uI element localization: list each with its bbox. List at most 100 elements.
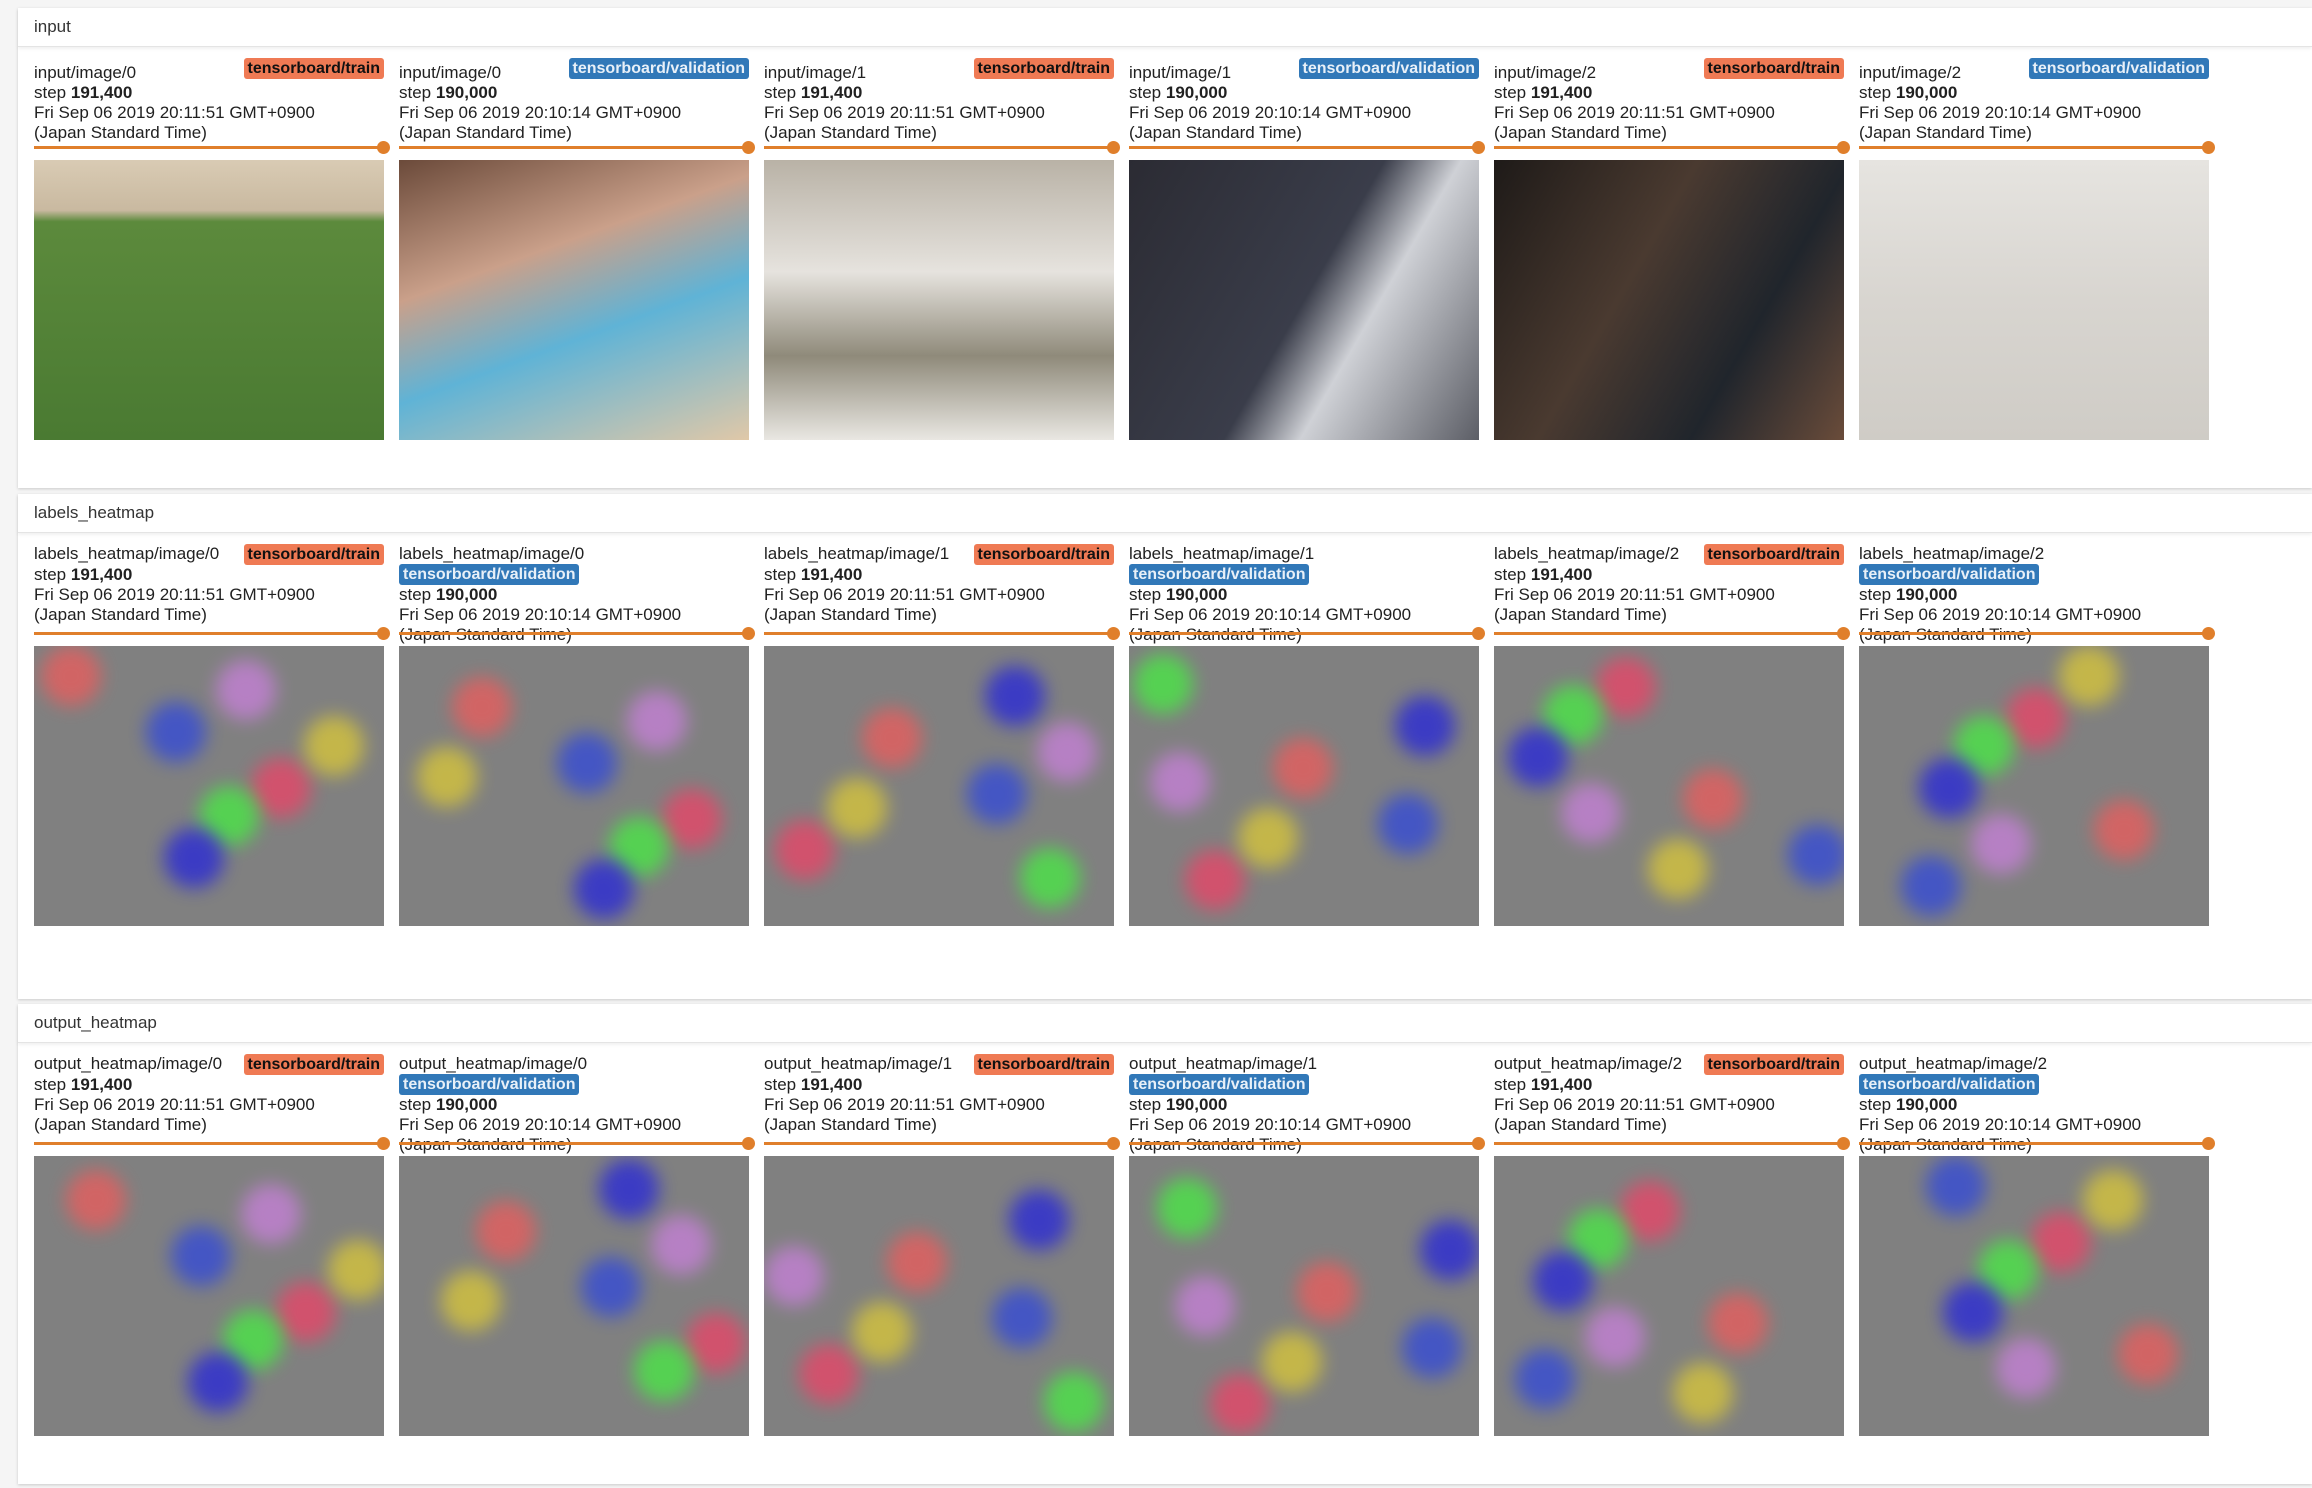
step-slider[interactable] (34, 1136, 390, 1150)
step-slider[interactable] (399, 140, 755, 154)
input-image[interactable] (1129, 160, 1479, 440)
step-slider[interactable] (764, 626, 1120, 640)
image-card: input/image/2 tensorboard/validation ste… (1859, 58, 2215, 440)
slider-handle[interactable] (2202, 141, 2215, 154)
slider-handle[interactable] (1472, 627, 1485, 640)
step-slider[interactable] (1494, 1136, 1850, 1150)
step-slider[interactable] (1859, 140, 2215, 154)
heatmap-blob (2058, 646, 2119, 706)
step-slider[interactable] (399, 1136, 755, 1150)
slider-handle[interactable] (1107, 1137, 1120, 1150)
step-label: step (399, 1095, 432, 1114)
slider-handle[interactable] (1472, 141, 1485, 154)
slider-handle[interactable] (1837, 141, 1850, 154)
section-header[interactable]: output_heatmap (18, 1004, 2312, 1043)
slider-track (34, 1142, 384, 1145)
image-tag-name: labels_heatmap/image/2 (1859, 544, 2045, 563)
timestamp: Fri Sep 06 2019 20:10:14 GMT+0900 (1859, 1115, 2142, 1134)
input-image[interactable] (1494, 160, 1844, 440)
slider-handle[interactable] (1107, 627, 1120, 640)
step-slider[interactable] (34, 140, 390, 154)
slider-handle[interactable] (1107, 141, 1120, 154)
step-line: step 190,000 (399, 83, 749, 103)
card-meta: labels_heatmap/image/0 tensorboard/valid… (399, 544, 749, 644)
step-label: step (1494, 1075, 1527, 1094)
slider-handle[interactable] (2202, 627, 2215, 640)
heatmap-image[interactable] (399, 1156, 749, 1436)
heatmap-blob (1150, 752, 1210, 813)
heatmap-blob (1515, 1349, 1575, 1410)
step-slider[interactable] (1859, 626, 2215, 640)
heatmap-image[interactable] (1494, 646, 1844, 926)
step-slider[interactable] (1129, 140, 1485, 154)
slider-handle[interactable] (742, 141, 755, 154)
heatmap-blob (556, 732, 617, 793)
heatmap-image[interactable] (1494, 1156, 1844, 1436)
image-card: labels_heatmap/image/2 tensorboard/train… (1494, 544, 1850, 926)
step-line: step 191,400 (34, 83, 384, 103)
step-label: step (1859, 83, 1892, 102)
heatmap-blob (146, 702, 206, 762)
card-meta: labels_heatmap/image/2 tensorboard/valid… (1859, 544, 2209, 644)
heatmap-blob (661, 788, 722, 849)
heatmap-image[interactable] (764, 1156, 1114, 1436)
step-value: 191,400 (800, 565, 863, 584)
heatmap-blob (1585, 1307, 1645, 1368)
step-slider[interactable] (1859, 1136, 2215, 1150)
heatmap-image[interactable] (1859, 646, 2209, 926)
step-slider[interactable] (399, 626, 755, 640)
heatmap-image[interactable] (764, 646, 1114, 926)
input-image[interactable] (1859, 160, 2209, 440)
slider-handle[interactable] (1837, 1137, 1850, 1150)
heatmap-image[interactable] (1129, 646, 1479, 926)
step-slider[interactable] (1494, 140, 1850, 154)
step-value: 190,000 (1165, 1095, 1228, 1114)
heatmap-blob (303, 716, 364, 776)
step-line: step 190,000 (1129, 585, 1479, 605)
step-slider[interactable] (764, 140, 1120, 154)
input-image[interactable] (399, 160, 749, 440)
section-header[interactable]: labels_heatmap (18, 494, 2312, 533)
heatmap-image[interactable] (1129, 1156, 1479, 1436)
heatmap-image[interactable] (399, 646, 749, 926)
section-input: input input/image/0 tensorboard/train st… (18, 8, 2312, 488)
heatmap-blob (764, 1245, 824, 1306)
input-image[interactable] (764, 160, 1114, 440)
heatmap-blob (1262, 1332, 1322, 1393)
heatmap-blob (851, 1301, 912, 1362)
step-slider[interactable] (34, 626, 390, 640)
timestamp: Fri Sep 06 2019 20:10:14 GMT+0900 (1859, 103, 2142, 122)
step-slider[interactable] (1129, 626, 1485, 640)
heatmap-blob (1943, 1282, 2003, 1342)
step-label: step (34, 83, 67, 102)
heatmap-image[interactable] (34, 1156, 384, 1436)
section-output-heatmap: output_heatmap output_heatmap/image/0 te… (18, 1004, 2312, 1484)
heatmap-blob (633, 1340, 694, 1401)
slider-handle[interactable] (1837, 627, 1850, 640)
timezone: (Japan Standard Time) (1494, 605, 1667, 624)
slider-handle[interactable] (377, 1137, 390, 1150)
slider-handle[interactable] (377, 141, 390, 154)
step-slider[interactable] (1129, 1136, 1485, 1150)
card-meta: labels_heatmap/image/0 tensorboard/train… (34, 544, 384, 624)
heatmap-image[interactable] (34, 646, 384, 926)
step-slider[interactable] (1494, 626, 1850, 640)
input-image[interactable] (34, 160, 384, 440)
slider-handle[interactable] (1472, 1137, 1485, 1150)
slider-handle[interactable] (742, 627, 755, 640)
run-badge: tensorboard/train (243, 544, 384, 565)
slider-handle[interactable] (377, 627, 390, 640)
slider-handle[interactable] (742, 1137, 755, 1150)
slider-handle[interactable] (2202, 1137, 2215, 1150)
heatmap-blob (1237, 808, 1298, 869)
slider-track (764, 1142, 1114, 1145)
timestamp: Fri Sep 06 2019 20:11:51 GMT+0900 (764, 585, 1045, 604)
slider-track (1494, 1142, 1844, 1145)
heatmap-image[interactable] (1859, 1156, 2209, 1436)
heatmap-blob (240, 1184, 301, 1244)
section-header[interactable]: input (18, 8, 2312, 47)
heatmap-blob (163, 828, 224, 888)
step-slider[interactable] (764, 1136, 1120, 1150)
run-badge: tensorboard/train (1703, 544, 1844, 565)
run-badge: tensorboard/train (1703, 58, 1844, 79)
